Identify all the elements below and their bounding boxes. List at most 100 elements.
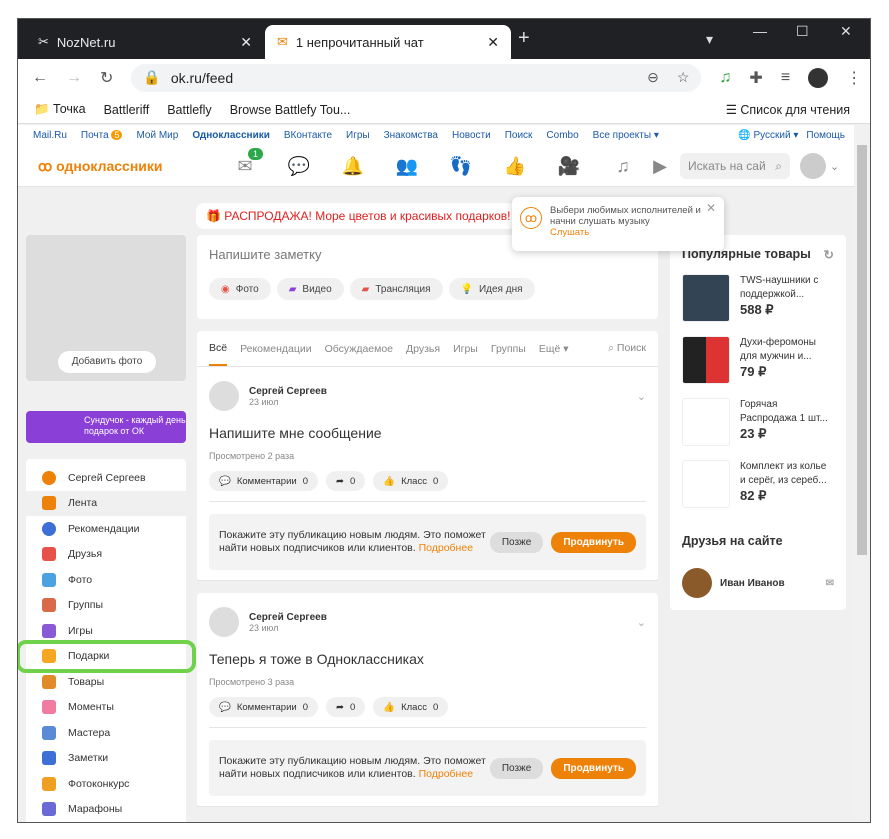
photo-button[interactable]: ◉ Фото bbox=[209, 278, 271, 300]
music-icon[interactable]: ♫ bbox=[596, 156, 650, 177]
site-search-input[interactable]: Искать на сай ⌕ bbox=[680, 153, 790, 179]
link[interactable]: Mail.Ru bbox=[33, 130, 67, 147]
friends-icon[interactable]: 👥 bbox=[380, 156, 434, 177]
all-projects-link[interactable]: Все проекты ▾ bbox=[593, 130, 659, 147]
new-tab-button[interactable]: + bbox=[518, 27, 530, 50]
share-button[interactable]: ➦ 0 bbox=[325, 471, 366, 491]
link[interactable]: Новости bbox=[452, 130, 491, 147]
sidebar-item-notes[interactable]: Заметки bbox=[26, 746, 186, 772]
link[interactable]: Мой Мир bbox=[136, 130, 178, 147]
scrollbar-thumb[interactable] bbox=[857, 145, 867, 555]
promo-banner[interactable]: Сундучок - каждый день подарок от ОК bbox=[26, 411, 186, 443]
boost-button[interactable]: Продвинуть bbox=[551, 531, 636, 553]
tab-noznet[interactable]: ✂ NozNet.ru ✕ bbox=[26, 25, 264, 59]
close-tab-icon[interactable]: ✕ bbox=[240, 34, 252, 51]
add-photo-button[interactable]: Добавить фото bbox=[58, 351, 156, 373]
link[interactable]: ВКонтакте bbox=[284, 130, 332, 147]
video-button[interactable]: ▰ Видео bbox=[276, 278, 344, 300]
reload-icon[interactable]: ↻ bbox=[100, 68, 113, 88]
notifications-icon[interactable]: 🔔 bbox=[326, 156, 380, 177]
more-link[interactable]: Подробнее bbox=[419, 768, 473, 780]
later-button[interactable]: Позже bbox=[489, 531, 544, 553]
link-mail[interactable]: Почта 5 bbox=[81, 130, 123, 147]
sidebar-item-photocontest[interactable]: Фотоконкурс bbox=[26, 771, 186, 797]
reading-list[interactable]: ☰ Список для чтения bbox=[726, 102, 850, 117]
tab-friends[interactable]: Друзья bbox=[406, 343, 440, 355]
forward-icon[interactable]: → bbox=[66, 69, 82, 87]
tab-more[interactable]: Ещё ▾ bbox=[539, 343, 569, 355]
play-icon[interactable]: ▶ bbox=[650, 156, 670, 177]
menu-icon[interactable]: ⋮ bbox=[846, 68, 862, 88]
comments-button[interactable]: 💬 Комментарии 0 bbox=[209, 697, 318, 717]
sidebar-item-recommendations[interactable]: Рекомендации bbox=[26, 516, 186, 542]
link[interactable]: Одноклассники bbox=[192, 130, 270, 147]
product-item[interactable]: Горячая Распродажа 1 шт... 23 ₽ bbox=[682, 398, 834, 448]
like-button[interactable]: 👍 Класс 0 bbox=[373, 471, 449, 491]
bookmark[interactable]: Battleriff bbox=[104, 103, 150, 117]
sidebar-item-masters[interactable]: Мастера bbox=[26, 720, 186, 746]
author-avatar[interactable] bbox=[209, 607, 239, 637]
author-name[interactable]: Сергей Сергеев bbox=[249, 386, 327, 397]
listen-link[interactable]: Слушать bbox=[550, 227, 714, 238]
bookmark[interactable]: 📁 Точка bbox=[34, 102, 86, 117]
tab-discussed[interactable]: Обсуждаемое bbox=[325, 343, 393, 355]
link[interactable]: Знакомства bbox=[384, 130, 438, 147]
puzzle-icon[interactable]: ✚ bbox=[749, 68, 762, 88]
stream-button[interactable]: ▰ Трансляция bbox=[349, 278, 443, 300]
chevron-down-icon[interactable]: ⌄ bbox=[637, 616, 646, 629]
message-icon[interactable]: ✉ bbox=[826, 578, 834, 589]
link[interactable]: Игры bbox=[346, 130, 370, 147]
sidebar-item-groups[interactable]: Группы bbox=[26, 593, 186, 619]
media-icon[interactable]: ≡ bbox=[781, 69, 790, 87]
sidebar-item-games[interactable]: Игры bbox=[26, 618, 186, 644]
guests-icon[interactable]: 👣 bbox=[434, 156, 488, 177]
video-icon[interactable]: 🎥 bbox=[542, 156, 596, 177]
events-icon[interactable]: 👍 bbox=[488, 156, 542, 177]
sidebar-item-moments[interactable]: Моменты bbox=[26, 695, 186, 721]
sidebar-item-photos[interactable]: Фото bbox=[26, 567, 186, 593]
tab-groups[interactable]: Группы bbox=[491, 343, 526, 355]
star-icon[interactable]: ☆ bbox=[677, 69, 690, 86]
link[interactable]: Combo bbox=[546, 130, 578, 147]
feed-search[interactable]: ⌕ Поиск bbox=[608, 342, 646, 355]
close-window-button[interactable]: ✕ bbox=[840, 23, 852, 40]
chevron-down-icon[interactable]: ⌄ bbox=[637, 390, 646, 403]
bookmark[interactable]: Browse Battlefy Tou... bbox=[230, 103, 351, 117]
messages-icon[interactable]: ✉ 1 bbox=[218, 147, 272, 177]
refresh-icon[interactable]: ↻ bbox=[824, 247, 834, 262]
extension-icon[interactable]: ♫ bbox=[719, 69, 731, 87]
sidebar-item-marathons[interactable]: Марафоны bbox=[26, 797, 186, 823]
like-button[interactable]: 👍 Класс 0 bbox=[373, 697, 449, 717]
author-avatar[interactable] bbox=[209, 381, 239, 411]
minimize-button[interactable]: — bbox=[753, 23, 767, 39]
comments-button[interactable]: 💬 Комментарии 0 bbox=[209, 471, 318, 491]
chevron-down-icon[interactable]: ⌄ bbox=[830, 160, 839, 173]
idea-button[interactable]: 💡 Идея дня bbox=[448, 278, 535, 300]
tab-games[interactable]: Игры bbox=[453, 343, 478, 355]
user-avatar[interactable] bbox=[800, 153, 826, 179]
more-link[interactable]: Подробнее bbox=[419, 542, 473, 554]
discussions-icon[interactable]: 💬 bbox=[272, 156, 326, 177]
profile-avatar[interactable] bbox=[808, 67, 829, 88]
language-select[interactable]: 🌐 Русский ▾ bbox=[738, 130, 798, 147]
share-button[interactable]: ➦ 0 bbox=[325, 697, 366, 717]
zoom-icon[interactable]: ⊖ bbox=[647, 69, 659, 86]
sidebar-item-friends[interactable]: Друзья bbox=[26, 542, 186, 568]
boost-button[interactable]: Продвинуть bbox=[551, 757, 636, 779]
product-item[interactable]: TWS-наушники с поддержкой... 588 ₽ bbox=[682, 274, 834, 324]
tab-ok[interactable]: ✉ 1 непрочитанный чат ✕ bbox=[265, 25, 511, 59]
maximize-button[interactable]: ☐ bbox=[796, 23, 809, 40]
later-button[interactable]: Позже bbox=[489, 757, 544, 779]
tab-search-icon[interactable]: ▾ bbox=[706, 31, 713, 48]
tab-all[interactable]: Всё bbox=[209, 332, 228, 366]
sale-banner[interactable]: 🎁 РАСПРОДАЖА! Море цветов и красивых под… bbox=[196, 203, 516, 229]
tab-recommendations[interactable]: Рекомендации bbox=[240, 343, 312, 355]
help-link[interactable]: Помощь bbox=[806, 130, 845, 147]
friend-item[interactable]: Иван Иванов ✉ bbox=[682, 568, 834, 598]
address-bar[interactable]: 🔒 ok.ru/feed ⊖ ☆ bbox=[131, 63, 702, 92]
sidebar-item-products[interactable]: Товары bbox=[26, 669, 186, 695]
sidebar-item-gifts[interactable]: Подарки bbox=[18, 639, 196, 673]
sidebar-item-profile[interactable]: Сергей Сергеев bbox=[26, 465, 186, 491]
back-icon[interactable]: ← bbox=[32, 69, 48, 87]
sidebar-item-feed[interactable]: Лента bbox=[26, 490, 186, 516]
